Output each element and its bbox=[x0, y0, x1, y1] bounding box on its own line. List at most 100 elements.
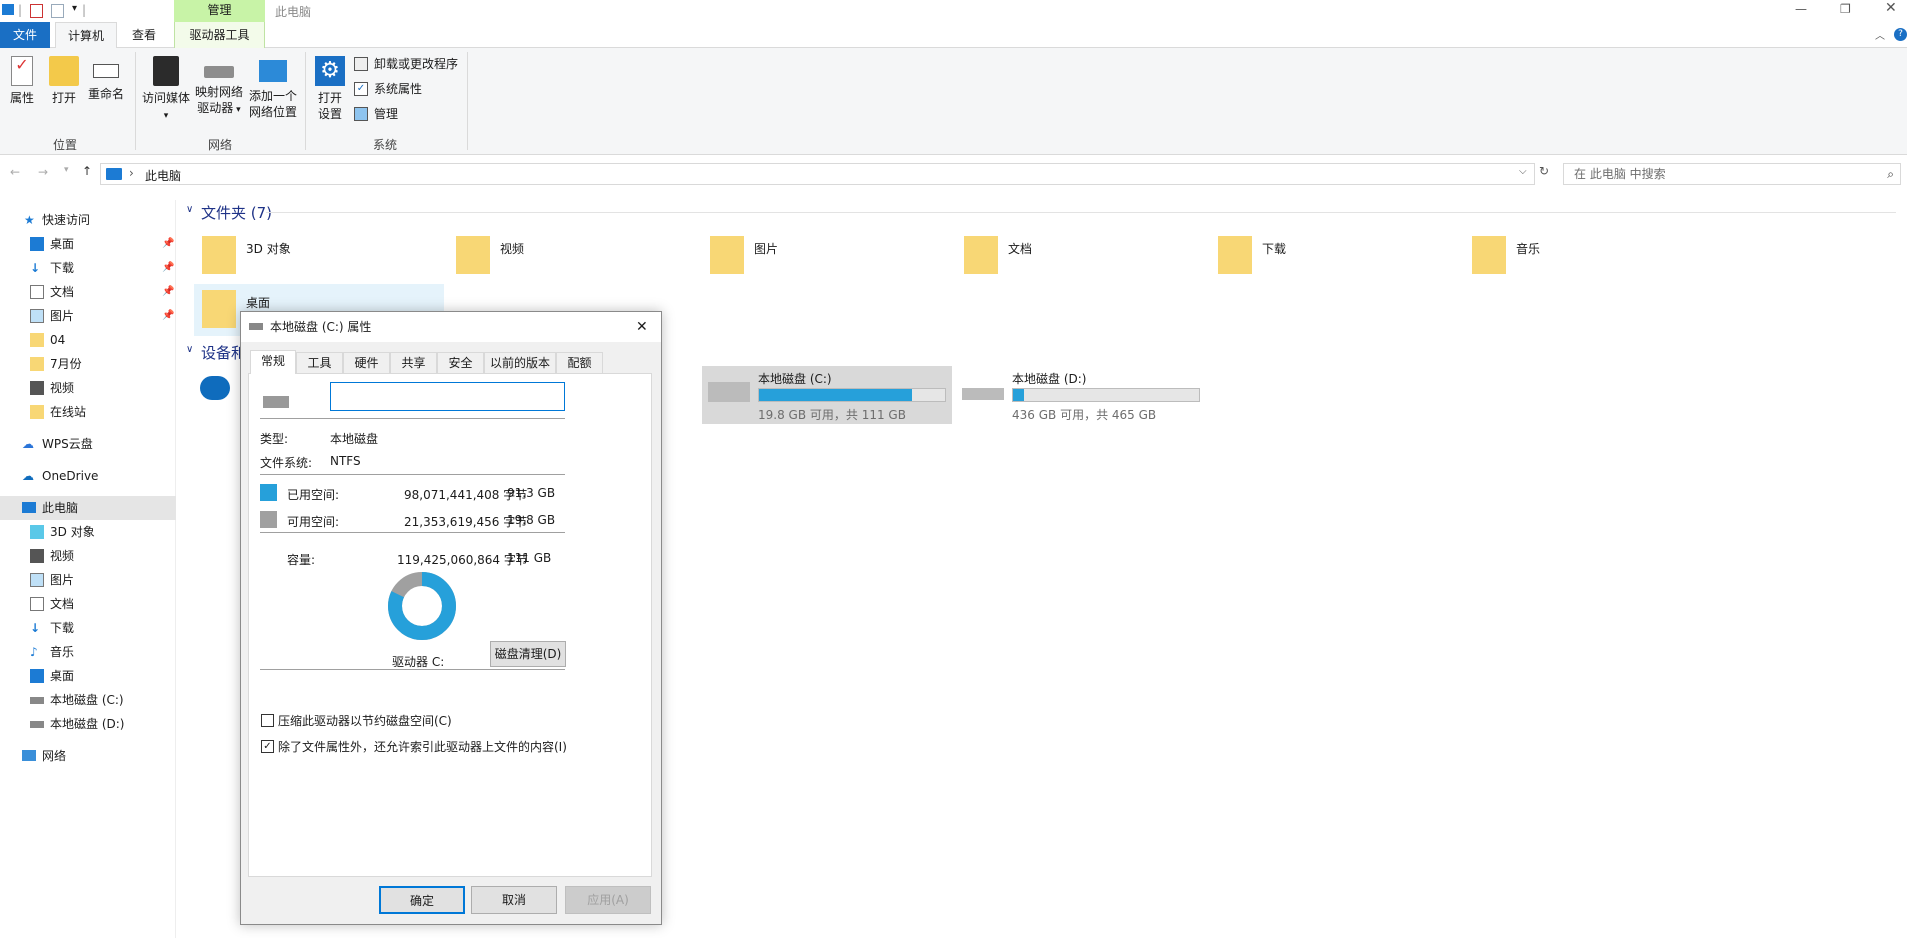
nav-pc-music[interactable]: ♪ 音乐 bbox=[0, 640, 176, 664]
drive-d[interactable]: 本地磁盘 (D:) 436 GB 可用，共 465 GB bbox=[956, 366, 1206, 424]
nav-pc-drive-c[interactable]: 本地磁盘 (C:) bbox=[0, 688, 176, 712]
drive-usage-bar bbox=[1012, 388, 1200, 402]
nav-this-pc[interactable]: 此电脑 bbox=[0, 496, 176, 520]
nav-wps-cloud[interactable]: ☁ WPS云盘 bbox=[0, 432, 176, 456]
access-media-button[interactable]: 访问媒体 ▾ bbox=[140, 48, 192, 124]
nav-onedrive[interactable]: ☁ OneDrive bbox=[0, 464, 176, 488]
nav-item-desktop[interactable]: 桌面 📌 bbox=[0, 232, 176, 256]
back-icon[interactable]: ← bbox=[10, 165, 20, 179]
address-dropdown-icon[interactable]: ⌵ bbox=[1519, 166, 1527, 177]
folder-videos[interactable]: 视频 bbox=[448, 230, 698, 282]
free-space-swatch bbox=[260, 511, 277, 528]
new-folder-quick-icon[interactable] bbox=[51, 4, 64, 18]
close-icon[interactable]: ✕ bbox=[636, 312, 648, 342]
manage-button[interactable]: 管理 bbox=[352, 104, 398, 124]
onedrive-cloud-icon[interactable] bbox=[200, 376, 230, 400]
drive-name-input[interactable] bbox=[330, 382, 565, 411]
tab-security[interactable]: 安全 bbox=[437, 352, 484, 373]
tab-file[interactable]: 文件 bbox=[0, 22, 50, 48]
collapse-ribbon-icon[interactable]: ︿ bbox=[1875, 27, 1885, 42]
qa-separator: | bbox=[18, 3, 23, 17]
tab-view[interactable]: 查看 bbox=[120, 22, 168, 48]
folder-documents[interactable]: 文档 bbox=[956, 230, 1206, 282]
drive-c[interactable]: 本地磁盘 (C:) 19.8 GB 可用，共 111 GB bbox=[702, 366, 952, 424]
refresh-icon[interactable]: ↻ bbox=[1539, 164, 1549, 178]
folder-3d-objects[interactable]: 3D 对象 bbox=[194, 230, 444, 282]
pictures-icon bbox=[30, 573, 44, 587]
tab-hardware[interactable]: 硬件 bbox=[343, 352, 390, 373]
tab-quota[interactable]: 配额 bbox=[556, 352, 603, 373]
nav-pc-pictures[interactable]: 图片 bbox=[0, 568, 176, 592]
pin-icon[interactable]: 📌 bbox=[162, 304, 174, 328]
open-folder-icon bbox=[49, 56, 79, 86]
uninstall-program-button[interactable]: 卸载或更改程序 bbox=[352, 54, 458, 74]
properties-button[interactable]: ✓ 属性 bbox=[6, 48, 38, 106]
document-icon bbox=[30, 285, 44, 299]
add-network-location-button[interactable]: 添加一个 网络位置 bbox=[247, 48, 299, 120]
customize-qa-icon[interactable]: ▾ bbox=[72, 3, 77, 14]
nav-item-online[interactable]: 在线站 bbox=[0, 400, 176, 424]
pin-icon[interactable]: 📌 bbox=[162, 280, 174, 304]
tab-sharing[interactable]: 共享 bbox=[390, 352, 437, 373]
folder-music[interactable]: 音乐 bbox=[1464, 230, 1714, 282]
recent-locations-icon[interactable]: ▾ bbox=[64, 165, 69, 175]
cancel-button[interactable]: 取消 bbox=[471, 886, 557, 914]
drive-icon bbox=[263, 396, 289, 408]
nav-pc-videos[interactable]: 视频 bbox=[0, 544, 176, 568]
tab-previous-versions[interactable]: 以前的版本 bbox=[484, 352, 556, 373]
close-icon[interactable]: ✕ bbox=[1885, 0, 1897, 16]
collapse-folders-icon[interactable]: ∨ bbox=[186, 204, 193, 215]
tab-general[interactable]: 常规 bbox=[250, 350, 296, 374]
minimize-icon[interactable]: — bbox=[1795, 2, 1807, 16]
nav-item-folder-04[interactable]: 04 bbox=[0, 328, 176, 352]
folders-section-header[interactable]: 文件夹 (7) bbox=[201, 202, 272, 223]
nav-item-documents[interactable]: 文档 📌 bbox=[0, 280, 176, 304]
nav-item-pictures[interactable]: 图片 📌 bbox=[0, 304, 176, 328]
help-icon[interactable]: ? bbox=[1894, 28, 1907, 41]
up-icon[interactable]: ↑ bbox=[82, 164, 92, 178]
properties-quick-icon[interactable] bbox=[30, 4, 43, 18]
system-properties-button[interactable]: ✓ 系统属性 bbox=[352, 79, 422, 99]
dialog-title: 本地磁盘 (C:) 属性 bbox=[270, 320, 372, 334]
manage-context-tab[interactable]: 管理 bbox=[174, 0, 265, 22]
access-media-dropdown-icon[interactable]: ▾ bbox=[164, 111, 169, 121]
nav-pc-desktop[interactable]: 桌面 bbox=[0, 664, 176, 688]
nav-quick-access[interactable]: ★ 快速访问 bbox=[0, 208, 176, 232]
ribbon-divider bbox=[135, 52, 136, 150]
folder-label: 3D 对象 bbox=[246, 242, 291, 256]
ok-button[interactable]: 确定 bbox=[379, 886, 465, 914]
nav-network[interactable]: 网络 bbox=[0, 744, 176, 768]
pin-icon[interactable]: 📌 bbox=[162, 232, 174, 256]
nav-pc-downloads[interactable]: ↓ 下载 bbox=[0, 616, 176, 640]
nav-pc-3d-objects[interactable]: 3D 对象 bbox=[0, 520, 176, 544]
tab-drive-tools[interactable]: 驱动器工具 bbox=[174, 22, 265, 48]
collapse-devices-icon[interactable]: ∨ bbox=[186, 344, 193, 355]
nav-item-folder-july[interactable]: 7月份 bbox=[0, 352, 176, 376]
nav-item-videos[interactable]: 视频 bbox=[0, 376, 176, 400]
restore-icon[interactable]: ❐ bbox=[1840, 2, 1851, 16]
desktop-icon bbox=[30, 237, 44, 251]
network-icon bbox=[22, 750, 36, 761]
breadcrumb-this-pc[interactable]: 此电脑 bbox=[145, 167, 181, 184]
folder-pictures[interactable]: 图片 bbox=[702, 230, 952, 282]
search-input[interactable]: 在 此电脑 中搜索 ⌕ bbox=[1563, 163, 1901, 185]
pin-icon[interactable]: 📌 bbox=[162, 256, 174, 280]
nav-pc-documents[interactable]: 文档 bbox=[0, 592, 176, 616]
nav-item-downloads[interactable]: ↓ 下载 📌 bbox=[0, 256, 176, 280]
compress-checkbox[interactable] bbox=[261, 714, 274, 727]
map-drive-dropdown-icon[interactable]: ▾ bbox=[233, 105, 241, 115]
index-checkbox[interactable]: ✓ bbox=[261, 740, 274, 753]
apply-button[interactable]: 应用(A) bbox=[565, 886, 651, 914]
rename-button[interactable]: 重命名 bbox=[86, 48, 126, 102]
map-drive-button[interactable]: 映射网络 驱动器 ▾ bbox=[194, 48, 244, 118]
address-bar[interactable]: › 此电脑 ⌵ bbox=[100, 163, 1535, 185]
forward-icon[interactable]: → bbox=[38, 165, 48, 179]
tab-computer[interactable]: 计算机 bbox=[55, 22, 118, 49]
disk-cleanup-button[interactable]: 磁盘清理(D) bbox=[490, 641, 566, 667]
nav-pc-drive-d[interactable]: 本地磁盘 (D:) bbox=[0, 712, 176, 736]
tab-tools[interactable]: 工具 bbox=[296, 352, 343, 373]
folder-downloads[interactable]: 下载 bbox=[1210, 230, 1460, 282]
open-button[interactable]: 打开 bbox=[48, 48, 80, 106]
open-settings-button[interactable]: ⚙ 打开 设置 bbox=[310, 48, 350, 122]
add-location-label-2: 网络位置 bbox=[248, 105, 297, 119]
